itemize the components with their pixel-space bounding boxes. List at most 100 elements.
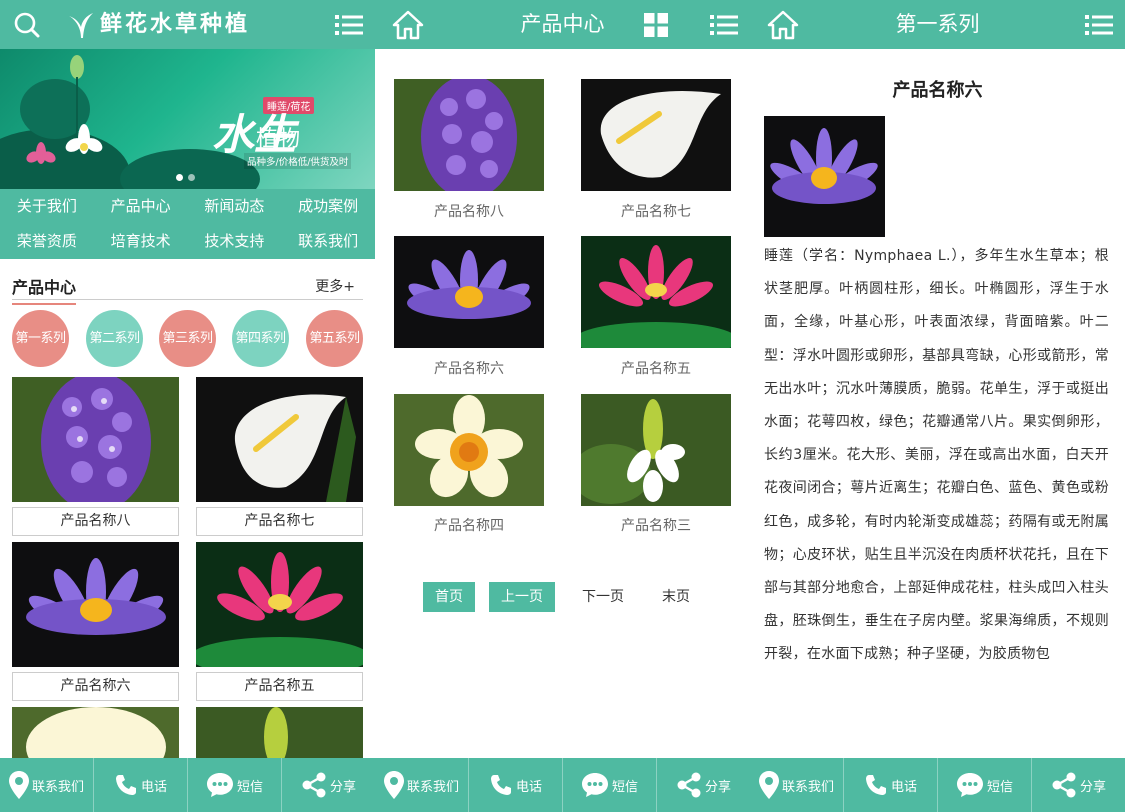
- category-4[interactable]: 第四系列: [232, 310, 289, 367]
- nav-products[interactable]: 产品中心: [94, 189, 188, 224]
- category-3[interactable]: 第三系列: [159, 310, 216, 367]
- product-image-waterlily: [764, 116, 885, 237]
- product-caption[interactable]: 产品名称五: [581, 358, 731, 378]
- menu-list-icon[interactable]: [699, 0, 748, 49]
- share-button[interactable]: 分享: [282, 758, 375, 812]
- share-icon: [301, 772, 330, 798]
- home-icon[interactable]: [758, 0, 807, 49]
- category-1[interactable]: 第一系列: [12, 310, 69, 367]
- logo-text[interactable]: 鲜花水草种植: [100, 0, 250, 49]
- product-caption[interactable]: 产品名称四: [394, 515, 544, 535]
- product-caption[interactable]: 产品名称六: [12, 672, 179, 701]
- share-button[interactable]: 分享: [1032, 758, 1125, 812]
- search-icon[interactable]: [2, 0, 51, 49]
- product-center-header: 产品中心: [375, 0, 750, 49]
- product-image-calla[interactable]: [581, 79, 731, 191]
- product-image-waterlily[interactable]: [12, 542, 179, 667]
- nav-news[interactable]: 新闻动态: [188, 189, 282, 224]
- product-caption[interactable]: 产品名称六: [394, 358, 544, 378]
- product-image-green-flower[interactable]: [581, 394, 731, 506]
- location-pin-icon: [383, 771, 407, 799]
- menu-list-icon[interactable]: [324, 0, 373, 49]
- section-header: 产品中心 更多+: [12, 270, 363, 305]
- product-title: 产品名称六: [892, 80, 983, 101]
- phone-icon: [114, 773, 141, 797]
- product-description: 睡莲（学名：Nymphaea L.），多年生水生草本；根状茎肥厚。叶柄圆柱形，细…: [764, 248, 1109, 663]
- share-label: 分享: [329, 779, 356, 795]
- home-icon[interactable]: [383, 0, 432, 49]
- sms-button[interactable]: 短信: [938, 758, 1032, 812]
- category-5[interactable]: 第五系列: [306, 310, 363, 367]
- product-image-hyacinth[interactable]: [394, 79, 544, 191]
- product-image-calla[interactable]: [196, 377, 363, 502]
- phone-button[interactable]: 电话: [844, 758, 938, 812]
- phone-icon: [864, 773, 891, 797]
- pager-first[interactable]: 首页: [423, 582, 475, 612]
- product-image-narcissus[interactable]: [394, 394, 544, 506]
- banner-subtitle: 品种多/价格低/供货及时: [244, 153, 352, 169]
- phone-button[interactable]: 电话: [94, 758, 188, 812]
- grid-view-icon[interactable]: [631, 0, 680, 49]
- carousel-dot[interactable]: [188, 174, 195, 181]
- product-image-hyacinth[interactable]: [12, 377, 179, 502]
- product-image-waterlily[interactable]: [394, 236, 544, 348]
- product-image-pink-lotus[interactable]: [581, 236, 731, 348]
- share-button[interactable]: 分享: [657, 758, 750, 812]
- phone-button[interactable]: 电话: [469, 758, 563, 812]
- pink-lotus-icon: [26, 141, 56, 171]
- contact-us-label: 联系我们: [406, 779, 459, 795]
- more-link[interactable]: 更多+: [315, 276, 355, 296]
- contact-us-button[interactable]: 联系我们: [0, 758, 94, 812]
- home-screen: 鲜花水草种植 睡莲/荷花 水生 植物 品种多/价格低/供货及时 关于我们 产品中…: [0, 0, 375, 812]
- product-caption[interactable]: 产品名称七: [196, 507, 363, 536]
- nav-support[interactable]: 技术支持: [188, 224, 282, 259]
- bottom-action-bar: 联系我们 电话 短信 分享: [0, 758, 375, 812]
- sms-label: 短信: [611, 779, 638, 795]
- contact-us-label: 联系我们: [31, 779, 84, 795]
- product-caption[interactable]: 产品名称七: [581, 201, 731, 221]
- nav-contact[interactable]: 联系我们: [281, 224, 375, 259]
- share-icon: [1051, 772, 1080, 798]
- sms-bubble-icon: [956, 772, 987, 798]
- nav-about[interactable]: 关于我们: [0, 189, 94, 224]
- sms-label: 短信: [986, 779, 1013, 795]
- location-pin-icon: [8, 771, 32, 799]
- phone-label: 电话: [140, 779, 167, 795]
- pager-last[interactable]: 末页: [649, 582, 703, 612]
- pager-next[interactable]: 下一页: [571, 582, 635, 612]
- contact-us-button[interactable]: 联系我们: [375, 758, 469, 812]
- category-2[interactable]: 第二系列: [86, 310, 143, 367]
- contact-us-label: 联系我们: [781, 779, 834, 795]
- phone-icon: [489, 773, 516, 797]
- share-label: 分享: [1079, 779, 1106, 795]
- bottom-action-bar: 联系我们 电话 短信 分享: [750, 758, 1125, 812]
- nav-cultivation[interactable]: 培育技术: [94, 224, 188, 259]
- product-image-narcissus[interactable]: [12, 707, 179, 758]
- sms-bubble-icon: [581, 772, 612, 798]
- main-nav: 关于我们 产品中心 新闻动态 成功案例 荣誉资质 培育技术 技术支持 联系我们: [0, 189, 375, 259]
- pager-prev[interactable]: 上一页: [489, 582, 555, 612]
- logo-icon: [66, 10, 96, 44]
- product-caption[interactable]: 产品名称八: [12, 507, 179, 536]
- product-caption[interactable]: 产品名称五: [196, 672, 363, 701]
- sms-label: 短信: [236, 779, 263, 795]
- product-caption[interactable]: 产品名称八: [394, 201, 544, 221]
- nav-cases[interactable]: 成功案例: [281, 189, 375, 224]
- phone-label: 电话: [890, 779, 917, 795]
- hero-banner[interactable]: 睡莲/荷花 水生 植物 品种多/价格低/供货及时: [0, 49, 375, 189]
- product-image-pink-lotus[interactable]: [196, 542, 363, 667]
- sms-button[interactable]: 短信: [188, 758, 282, 812]
- phone-label: 电话: [515, 779, 542, 795]
- menu-list-icon[interactable]: [1074, 0, 1123, 49]
- sms-button[interactable]: 短信: [563, 758, 657, 812]
- bottom-action-bar: 联系我们 电话 短信 分享: [375, 758, 750, 812]
- product-image-green-flower[interactable]: [196, 707, 363, 758]
- section-title: 产品中心: [12, 274, 77, 305]
- carousel-dot-active[interactable]: [176, 174, 183, 181]
- location-pin-icon: [758, 771, 782, 799]
- product-caption[interactable]: 产品名称三: [581, 515, 731, 535]
- stem-shape: [76, 77, 78, 137]
- contact-us-button[interactable]: 联系我们: [750, 758, 844, 812]
- lotus-flower-icon: [64, 121, 104, 163]
- nav-honors[interactable]: 荣誉资质: [0, 224, 94, 259]
